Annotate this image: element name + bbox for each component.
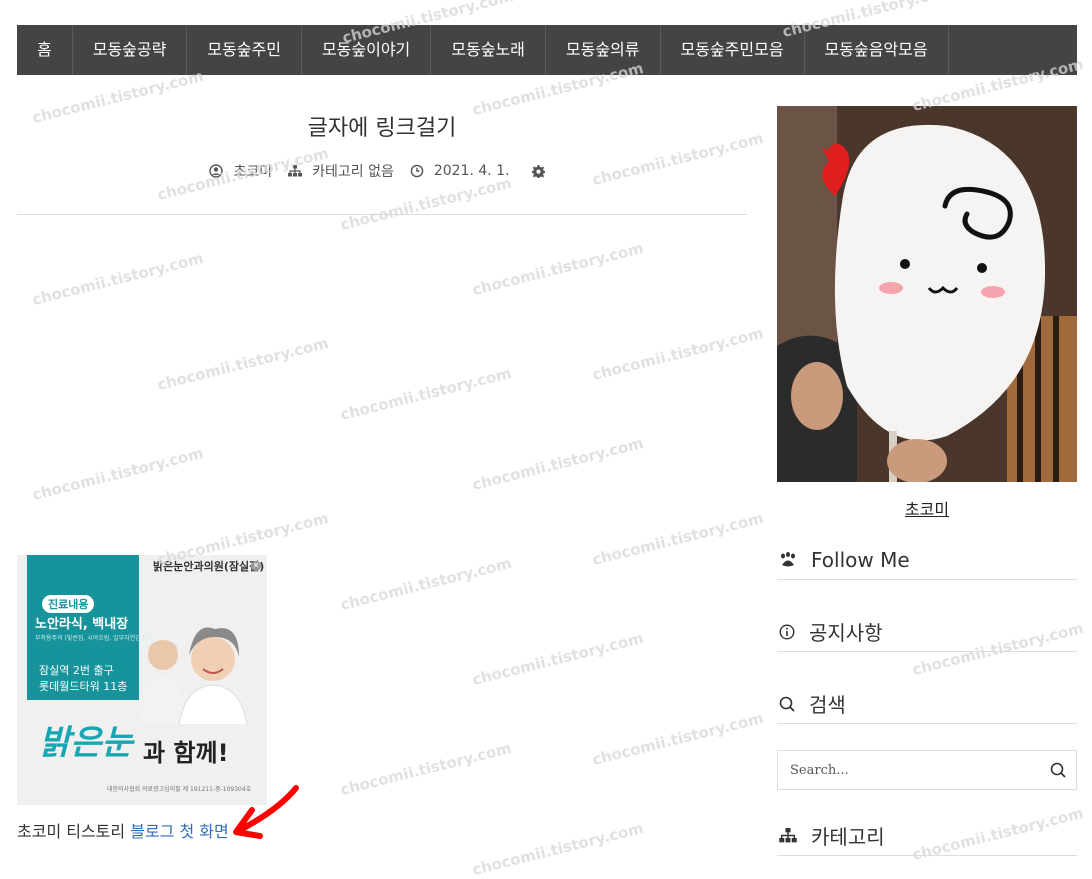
search-button[interactable] (1040, 751, 1076, 789)
gear-icon[interactable] (531, 164, 545, 178)
ad-brand: 밝은눈안과의원(잠실점) (153, 560, 265, 573)
main-nav: 홈 모동숲공략 모동숲주민 모동숲이야기 모동숲노래 모동숲의류 모동숲주민모음… (17, 25, 1077, 75)
red-arrow-annotation (233, 785, 299, 839)
ad-close-icon[interactable]: ✕ (251, 561, 261, 571)
ad-small-text: 부작용주의 (빛번짐, 시야흐림, 일부자연감소) (35, 635, 149, 642)
watermark: chocomii.tistory.com (470, 239, 646, 299)
post-divider (17, 214, 747, 215)
watermark: chocomii.tistory.com (30, 249, 206, 309)
search-icon (1050, 762, 1066, 778)
widget-search: 검색 (777, 684, 1077, 724)
sitemap-icon (288, 165, 303, 177)
watermark: chocomii.tistory.com (338, 174, 514, 234)
watermark: chocomii.tistory.com (470, 434, 646, 494)
watermark: chocomii.tistory.com (338, 554, 514, 614)
meta-author[interactable]: 초코미 (209, 161, 272, 181)
meta-date-label: 2021. 4. 1. (433, 163, 510, 179)
profile-image[interactable] (777, 106, 1077, 482)
meta-category-label: 카테고리 없음 (312, 164, 394, 180)
post-meta: 초코미 카테고리 없음 2021. 4. 1. (17, 161, 747, 181)
meta-category[interactable]: 카테고리 없음 (288, 161, 394, 181)
search-input[interactable] (788, 761, 1040, 779)
watermark: chocomii.tistory.com (338, 364, 514, 424)
nav-item-villager-collection[interactable]: 모동숲주민모음 (661, 25, 805, 75)
nav-item-songs[interactable]: 모동숲노래 (431, 25, 546, 75)
nav-item-music-collection[interactable]: 모동숲음악모음 (805, 25, 949, 75)
meta-settings[interactable] (531, 164, 555, 178)
nav-item-villagers[interactable]: 모동숲주민 (187, 25, 302, 75)
profile-name[interactable]: 초코미 (777, 496, 1077, 520)
watermark: chocomii.tistory.com (590, 709, 766, 769)
clock-icon (410, 164, 424, 178)
ad-tag: 진료내용 (42, 595, 95, 613)
post-title: 글자에 링크걸기 (307, 116, 457, 141)
search-box (777, 750, 1077, 790)
watermark: chocomii.tistory.com (155, 334, 331, 394)
widget-category-title: 카테고리 (811, 825, 885, 849)
post-body-line: 초코미 티스토리 블로그 첫 화면 (17, 818, 229, 842)
cotton-candy-character-image (777, 106, 1077, 482)
nav-item-clothing[interactable]: 모동숲의류 (546, 25, 661, 75)
ad-headline: 노안라식, 백내장 (35, 617, 129, 632)
nav-item-home[interactable]: 홈 (17, 25, 73, 75)
blog-home-link[interactable]: 블로그 첫 화면 (130, 822, 229, 841)
sitemap-icon (779, 828, 797, 843)
watermark: chocomii.tistory.com (590, 324, 766, 384)
widget-notice-title: 공지사항 (809, 621, 883, 645)
ad-location-2: 롯데월드타워 11층 (39, 680, 128, 693)
search-icon (779, 696, 795, 712)
widget-follow-me: Follow Me (777, 540, 1077, 580)
widget-follow-me-title: Follow Me (811, 547, 910, 572)
widget-search-title: 검색 (809, 693, 846, 717)
nav-item-stories[interactable]: 모동숲이야기 (302, 25, 432, 75)
meta-author-label: 초코미 (233, 164, 273, 180)
watermark: chocomii.tistory.com (30, 444, 206, 504)
widget-notice: 공지사항 (777, 612, 1077, 652)
nav-item-guide[interactable]: 모동숲공략 (73, 25, 188, 75)
ad-slogan-script: 밝은눈 (39, 723, 133, 763)
ad-slogan-text: 과 함께! (143, 739, 229, 767)
watermark: chocomii.tistory.com (338, 739, 514, 799)
info-icon (779, 623, 795, 640)
user-icon (209, 164, 224, 178)
paw-icon (781, 551, 795, 566)
widget-category: 카테고리 (777, 816, 1077, 856)
watermark: chocomii.tistory.com (590, 509, 766, 569)
ad-people-illustration (140, 627, 248, 725)
watermark: chocomii.tistory.com (470, 629, 646, 689)
meta-date: 2021. 4. 1. (410, 163, 510, 179)
body-prefix: 초코미 티스토리 (17, 822, 131, 841)
watermark: chocomii.tistory.com (470, 819, 646, 879)
ad-location-1: 잠실역 2번 출구 (39, 664, 114, 677)
ad-banner[interactable]: 밝은눈안과의원(잠실점) ✕ 진료내용 노안라식, 백내장 부작용주의 (빛번짐… (17, 555, 267, 805)
